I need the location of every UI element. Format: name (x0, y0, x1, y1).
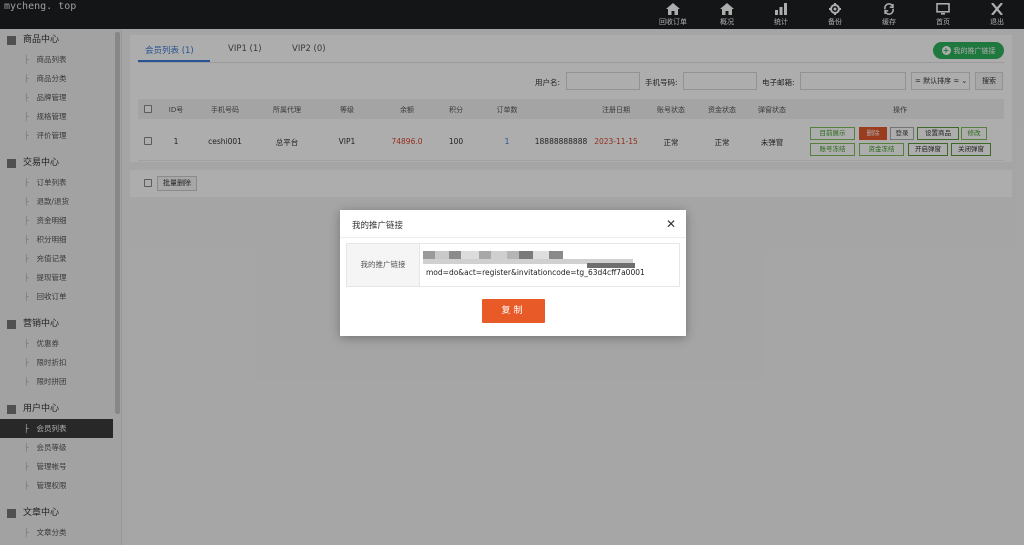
close-icon[interactable]: ✕ (666, 217, 676, 231)
link-url-text[interactable]: mod=do&act=register&invitationcode=tg_63… (426, 268, 645, 277)
dialog-title: 我的推广链接 (352, 221, 404, 231)
link-label: 我的推广链接 (347, 244, 420, 286)
copy-button[interactable]: 复制 (482, 299, 545, 323)
dialog-divider (340, 237, 686, 238)
promo-link-dialog: 我的推广链接 ✕ 我的推广链接 mod=do&act=register&invi… (340, 210, 686, 336)
link-field: 我的推广链接 mod=do&act=register&invitationcod… (346, 243, 680, 287)
